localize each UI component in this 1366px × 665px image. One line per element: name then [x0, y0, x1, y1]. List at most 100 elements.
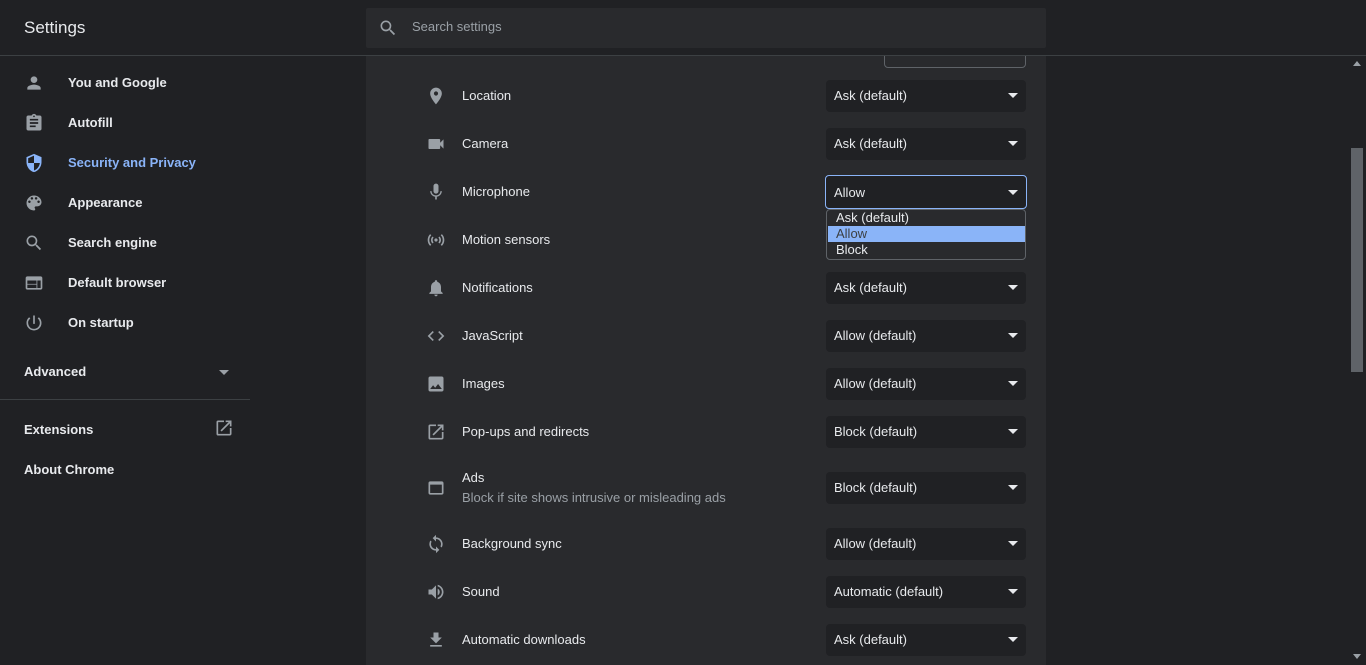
dropdown-option-block[interactable]: Block [828, 242, 1025, 258]
sidebar-item-you-and-google[interactable]: You and Google [0, 63, 250, 103]
advanced-toggle[interactable]: Advanced [24, 364, 86, 379]
images-select[interactable]: Allow (default) [826, 368, 1026, 400]
permission-label: Camera [462, 136, 509, 151]
select-value: Allow [834, 185, 866, 200]
speaker-icon [428, 584, 444, 600]
scroll-up-arrow-icon[interactable] [1353, 61, 1361, 66]
caret-down-icon [1008, 429, 1018, 434]
permission-label: Microphone [462, 184, 530, 199]
microphone-select[interactable]: Allow [825, 175, 1027, 209]
sidebar-item-appearance[interactable]: Appearance [0, 183, 250, 223]
ads-window-icon [428, 481, 444, 495]
scrollbar[interactable] [1349, 56, 1366, 665]
popups-select[interactable]: Block (default) [826, 416, 1026, 448]
ads-select[interactable]: Block (default) [826, 472, 1026, 504]
search-icon [380, 20, 396, 36]
permission-label: Sound [462, 584, 500, 599]
browser-icon [25, 276, 43, 290]
sidebar-item-label: Autofill [68, 115, 113, 130]
palette-icon [26, 195, 42, 211]
sidebar-item-label: Default browser [68, 275, 167, 290]
caret-down-icon [1008, 285, 1018, 290]
permission-sublabel: Block if site shows intrusive or mislead… [462, 490, 726, 505]
search-input[interactable]: Search settings [412, 19, 502, 34]
download-icon [430, 632, 442, 647]
sidebar-item-label: On startup [68, 315, 134, 330]
sidebar-item-label: Search engine [68, 235, 157, 250]
caret-down-icon [1008, 93, 1018, 98]
caret-down-icon [1008, 485, 1018, 490]
permission-label: JavaScript [462, 328, 523, 343]
clipboard-icon [26, 113, 42, 131]
caret-down-icon [1008, 541, 1018, 546]
sidebar-item-label: Appearance [68, 195, 143, 210]
dropdown-option-ask[interactable]: Ask (default) [828, 210, 1025, 226]
caret-down-icon[interactable] [218, 367, 230, 377]
extensions-link[interactable]: Extensions [24, 422, 93, 437]
sidebar-item-search-engine[interactable]: Search engine [0, 223, 250, 263]
background-sync-select[interactable]: Allow (default) [826, 528, 1026, 560]
app-title: Settings [24, 18, 86, 37]
select-value: Ask (default) [834, 632, 907, 647]
location-pin-icon [430, 87, 442, 105]
power-icon [26, 315, 42, 331]
permission-label: Notifications [462, 280, 533, 295]
caret-down-icon [1008, 190, 1018, 195]
permission-row-automatic-downloads: Automatic downloads Ask (default) [366, 616, 1046, 664]
sidebar-item-default-browser[interactable]: Default browser [0, 263, 250, 303]
permission-row-images: Images Allow (default) [366, 360, 1046, 408]
automatic-downloads-select[interactable]: Ask (default) [826, 624, 1026, 656]
location-select[interactable]: Ask (default) [826, 80, 1026, 112]
scrollbar-thumb[interactable] [1351, 148, 1363, 372]
sidebar-item-label: You and Google [68, 75, 167, 90]
permission-label: Background sync [462, 536, 562, 551]
scroll-down-arrow-icon[interactable] [1353, 654, 1361, 659]
permission-row-background-sync: Background sync Allow (default) [366, 520, 1046, 568]
search-box[interactable]: Search settings [366, 8, 1046, 48]
permission-row-popups: Pop-ups and redirects Block (default) [366, 408, 1046, 456]
caret-down-icon [1008, 637, 1018, 642]
dropdown-option-allow[interactable]: Allow [828, 226, 1025, 242]
sidebar: You and Google Autofill Security and Pri… [0, 56, 250, 665]
permission-label: Ads [462, 470, 485, 485]
camera-select[interactable]: Ask (default) [826, 128, 1026, 160]
caret-down-icon [1008, 141, 1018, 146]
notifications-select[interactable]: Ask (default) [826, 272, 1026, 304]
sidebar-item-autofill[interactable]: Autofill [0, 103, 250, 143]
permission-row-sound: Sound Automatic (default) [366, 568, 1046, 616]
sync-icon [429, 534, 443, 554]
permission-row-notifications: Notifications Ask (default) [366, 264, 1046, 312]
sidebar-item-on-startup[interactable]: On startup [0, 303, 250, 343]
select-value: Ask (default) [834, 88, 907, 103]
caret-down-icon [1008, 589, 1018, 594]
select-value: Allow (default) [834, 376, 917, 391]
permission-row-location: Location Ask (default) [366, 72, 1046, 120]
permission-label: Automatic downloads [462, 632, 586, 647]
open-external-icon [428, 424, 444, 440]
shield-icon [26, 153, 42, 173]
javascript-select[interactable]: Allow (default) [826, 320, 1026, 352]
image-icon [428, 376, 444, 392]
permission-label: Motion sensors [462, 232, 551, 247]
select-value: Automatic (default) [834, 584, 944, 599]
sidebar-item-security-and-privacy[interactable]: Security and Privacy [0, 143, 250, 183]
sidebar-item-label: Security and Privacy [68, 155, 196, 170]
open-external-icon[interactable] [214, 418, 234, 438]
camera-icon [428, 139, 444, 149]
permission-label: Images [462, 376, 505, 391]
select-value: Ask (default) [834, 280, 907, 295]
caret-down-icon [1008, 381, 1018, 386]
microphone-dropdown-list: Ask (default) Allow Block [826, 209, 1026, 260]
permission-row-ads: Ads Block if site shows intrusive or mis… [366, 456, 1046, 520]
permission-row-javascript: JavaScript Allow (default) [366, 312, 1046, 360]
caret-down-icon [1008, 333, 1018, 338]
select-value: Block (default) [834, 480, 918, 495]
partial-button[interactable] [884, 56, 1026, 68]
select-value: Block (default) [834, 424, 918, 439]
code-icon [427, 331, 445, 341]
microphone-icon [430, 183, 442, 200]
select-value: Ask (default) [834, 136, 907, 151]
select-value: Allow (default) [834, 328, 917, 343]
about-chrome-link[interactable]: About Chrome [24, 462, 114, 477]
sound-select[interactable]: Automatic (default) [826, 576, 1026, 608]
